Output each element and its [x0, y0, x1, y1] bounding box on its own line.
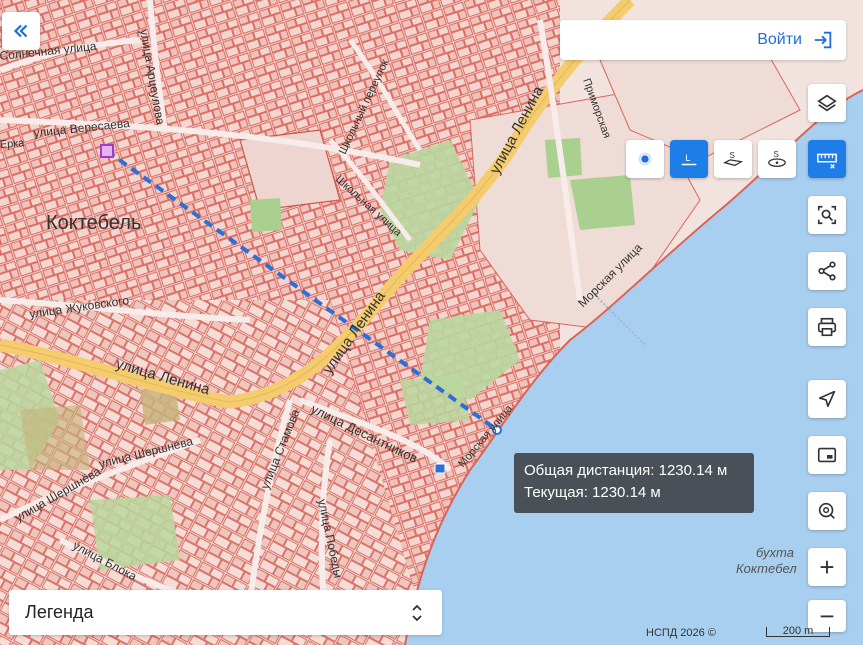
measure-button[interactable]	[808, 140, 846, 178]
collapse-panel-button[interactable]	[2, 12, 40, 50]
locate-button[interactable]	[808, 380, 846, 418]
chevron-up-down-icon	[412, 604, 422, 621]
measure-start-marker[interactable]	[100, 144, 114, 158]
legend-dropdown[interactable]: Легенда	[9, 590, 442, 635]
current-distance: Текущая: 1230.14 м	[524, 484, 661, 501]
street-edge: Ерка	[0, 137, 26, 151]
print-button[interactable]	[808, 308, 846, 346]
select-area-button[interactable]	[808, 196, 846, 234]
printer-icon	[817, 317, 837, 337]
select-area-icon	[817, 205, 837, 225]
svg-text:L: L	[685, 153, 690, 163]
login-label: Войти	[757, 31, 802, 48]
distance-tooltip: Общая дистанция: 1230.14 м Текущая: 1230…	[514, 453, 754, 513]
share-icon	[818, 261, 836, 281]
map-canvas[interactable]: Коктебель бухта Коктебел Солнечная улица…	[0, 0, 863, 645]
share-button[interactable]	[808, 252, 846, 290]
svg-text:S: S	[729, 151, 735, 160]
ruler-icon	[817, 153, 837, 169]
area-mode-icon: S	[722, 151, 744, 167]
total-distance: Общая дистанция: 1230.14 м	[524, 462, 728, 479]
location-search-icon	[818, 502, 835, 519]
double-chevron-left-icon	[13, 24, 28, 38]
layers-button[interactable]	[808, 84, 846, 122]
scale-label: 200 m	[782, 625, 814, 637]
point-mode-icon	[638, 152, 652, 166]
measure-area-alt-button[interactable]: S	[758, 140, 796, 178]
area-circle-mode-icon: S	[768, 150, 786, 167]
length-mode-icon: L	[681, 153, 697, 166]
bay-label-2: Коктебел	[736, 561, 797, 576]
town-label: Коктебель	[46, 212, 141, 234]
measure-segment-marker[interactable]	[434, 463, 446, 474]
zoom-in-button[interactable]: +	[808, 548, 846, 586]
svg-text:S: S	[773, 150, 779, 159]
legend-label: Легенда	[25, 602, 94, 622]
copyright-text: НСПД 2026 ©	[646, 627, 716, 639]
layers-icon	[817, 94, 837, 112]
zoom-in-label: +	[819, 551, 835, 582]
measure-area-button[interactable]: S	[714, 140, 752, 178]
measure-point-button[interactable]	[626, 140, 664, 178]
picture-in-picture-icon	[817, 447, 837, 463]
sign-in-icon	[814, 31, 832, 49]
scale-bar: 200 m	[766, 625, 830, 637]
measure-length-button[interactable]: L	[670, 140, 708, 178]
minimap-button[interactable]	[808, 436, 846, 474]
navigation-arrow-icon	[818, 390, 836, 408]
bay-label-1: бухта	[756, 545, 794, 560]
login-button[interactable]: Войти	[560, 20, 846, 60]
search-location-button[interactable]	[808, 492, 846, 530]
